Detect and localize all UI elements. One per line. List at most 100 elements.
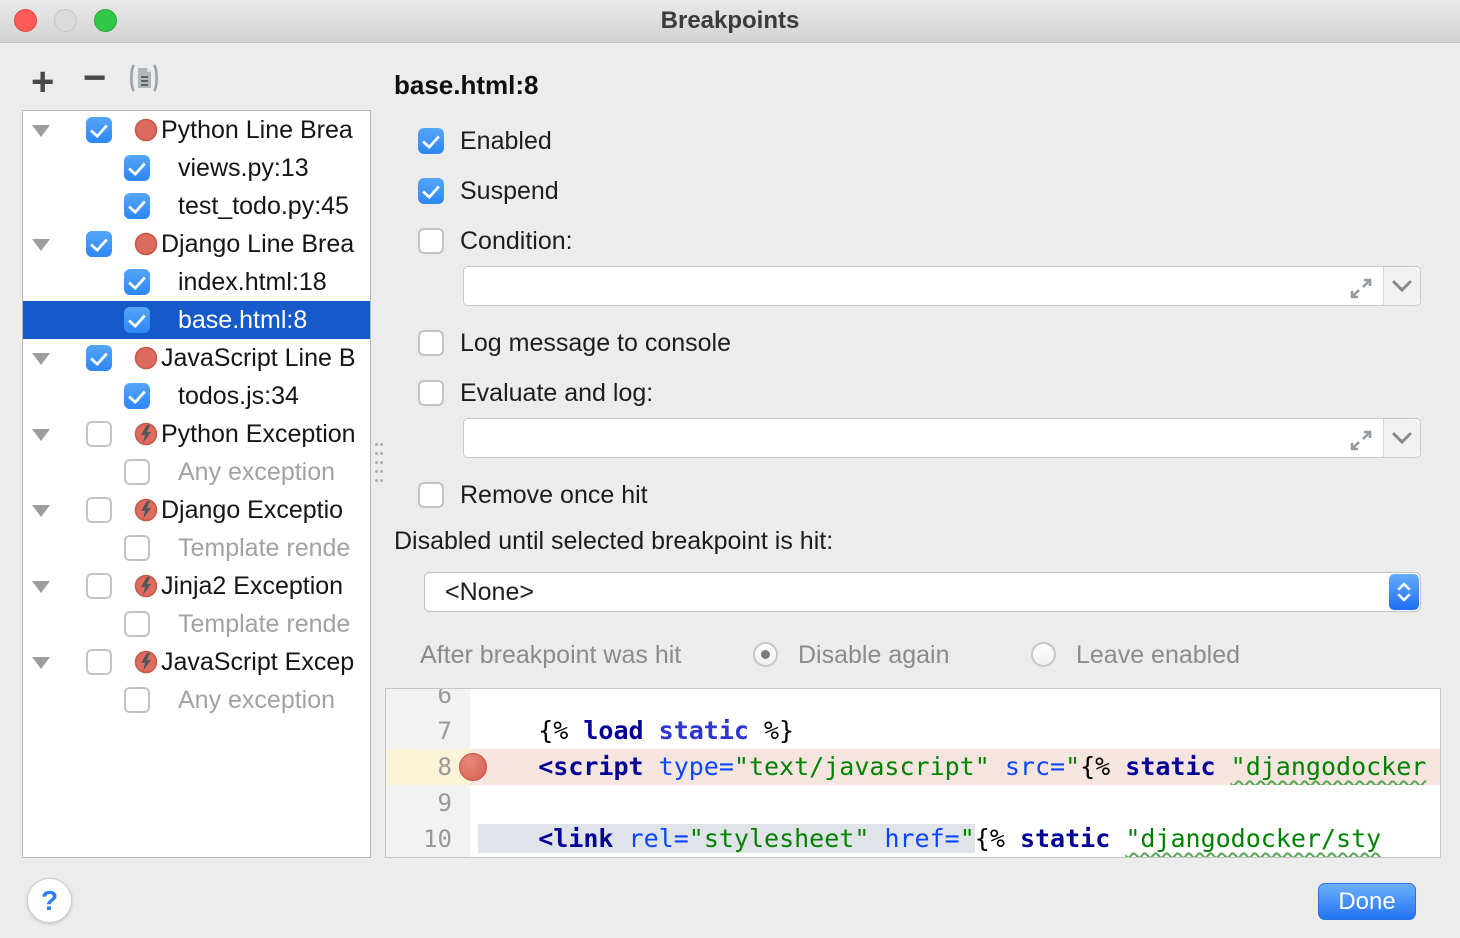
- disclosure-triangle-icon[interactable]: [32, 353, 50, 365]
- tree-row-javascript-line-b[interactable]: JavaScript Line B: [23, 339, 370, 377]
- log-message-label: Log message to console: [460, 329, 731, 358]
- remove-once-hit-label: Remove once hit: [460, 481, 648, 510]
- help-button[interactable]: ?: [27, 878, 72, 923]
- log-row: Log message to console: [418, 329, 731, 357]
- evaluate-checkbox[interactable]: [418, 380, 444, 406]
- breakpoint-title: base.html:8: [394, 70, 539, 101]
- done-button[interactable]: Done: [1318, 883, 1416, 920]
- suspend-label: Suspend: [460, 177, 559, 206]
- breakpoint-checkbox[interactable]: [124, 611, 150, 637]
- line-number[interactable]: 10: [386, 821, 470, 857]
- tree-row-index-html-18[interactable]: index.html:18: [23, 263, 370, 301]
- remove-once-hit-checkbox[interactable]: [418, 482, 444, 508]
- disabled-until-select[interactable]: <None>: [424, 572, 1421, 612]
- disclosure-triangle-icon[interactable]: [32, 505, 50, 517]
- breakpoint-checkbox[interactable]: [124, 383, 150, 409]
- tree-row-jinja2-exception[interactable]: Jinja2 Exception: [23, 567, 370, 605]
- tree-row-label: base.html:8: [178, 306, 307, 335]
- code-text: <link rel="stylesheet" href="{% static "…: [470, 821, 1440, 857]
- condition-row: Condition:: [418, 227, 573, 255]
- code-text: [470, 785, 1440, 821]
- remove-once-hit-row: Remove once hit: [418, 481, 648, 509]
- log-message-checkbox[interactable]: [418, 330, 444, 356]
- after-hit-section: After breakpoint was hit Disable again L…: [0, 640, 1460, 670]
- evaluate-input[interactable]: [464, 419, 1373, 457]
- tree-row-any-exception[interactable]: Any exception: [23, 453, 370, 491]
- tree-row-python-line-brea[interactable]: Python Line Brea: [23, 111, 370, 149]
- breakpoint-checkbox[interactable]: [124, 307, 150, 333]
- tree-row-label: JavaScript Line B: [161, 344, 356, 373]
- close-button[interactable]: [14, 9, 37, 32]
- radio-leave-enabled[interactable]: [1031, 642, 1056, 667]
- breakpoint-checkbox[interactable]: [124, 269, 150, 295]
- condition-history-dropdown-icon[interactable]: [1383, 267, 1420, 305]
- breakpoint-checkbox[interactable]: [124, 459, 150, 485]
- tree-row-python-exception[interactable]: Python Exception: [23, 415, 370, 453]
- condition-label: Condition:: [460, 227, 573, 256]
- suspend-checkbox[interactable]: [418, 178, 444, 204]
- tree-row-test-todo-py-45[interactable]: test_todo.py:45: [23, 187, 370, 225]
- breakpoint-checkbox[interactable]: [86, 497, 112, 523]
- line-number[interactable]: 7: [386, 713, 470, 749]
- expand-editor-icon[interactable]: [1347, 426, 1375, 459]
- tree-row-base-html-8[interactable]: base.html:8: [23, 301, 370, 339]
- breakpoint-dot-icon[interactable]: [459, 753, 487, 781]
- condition-input[interactable]: [464, 267, 1373, 305]
- tree-row-label: todos.js:34: [178, 382, 299, 411]
- breakpoint-checkbox[interactable]: [86, 421, 112, 447]
- minimize-button[interactable]: [54, 9, 77, 32]
- evaluate-field: [463, 418, 1421, 458]
- group-by-file-icon[interactable]: [126, 60, 162, 100]
- disclosure-triangle-icon[interactable]: [32, 239, 50, 251]
- tree-row-views-py-13[interactable]: views.py:13: [23, 149, 370, 187]
- disclosure-triangle-icon[interactable]: [32, 429, 50, 441]
- tree-row-todos-js-34[interactable]: todos.js:34: [23, 377, 370, 415]
- tree-row-label: index.html:18: [178, 268, 327, 297]
- suspend-row: Suspend: [418, 177, 559, 205]
- tree-row-label: Template rende: [178, 610, 350, 639]
- breakpoint-checkbox[interactable]: [86, 345, 112, 371]
- tree-row-template-rende[interactable]: Template rende: [23, 605, 370, 643]
- breakpoints-dialog: { "window": { "title": "Breakpoints" }, …: [0, 0, 1460, 938]
- radio-disable-again[interactable]: [753, 642, 778, 667]
- tree-row-django-line-brea[interactable]: Django Line Brea: [23, 225, 370, 263]
- breakpoint-checkbox[interactable]: [86, 573, 112, 599]
- breakpoint-checkbox[interactable]: [124, 687, 150, 713]
- radio-disable-again-label: Disable again: [798, 641, 950, 670]
- zoom-button[interactable]: [94, 9, 117, 32]
- tree-row-label: views.py:13: [178, 154, 309, 183]
- tree-row-label: Any exception: [178, 458, 335, 487]
- condition-field: [463, 266, 1421, 306]
- enabled-checkbox[interactable]: [418, 128, 444, 154]
- line-number[interactable]: 6: [386, 688, 470, 713]
- add-breakpoint-button[interactable]: +: [31, 62, 54, 102]
- code-line-10: 10 <link rel="stylesheet" href="{% stati…: [386, 821, 1440, 857]
- evaluate-label: Evaluate and log:: [460, 379, 653, 408]
- code-text: <script type="text/javascript" src="{% s…: [470, 749, 1440, 785]
- line-number[interactable]: 8: [386, 749, 470, 785]
- disclosure-triangle-icon[interactable]: [32, 581, 50, 593]
- disclosure-triangle-icon[interactable]: [32, 125, 50, 137]
- tree-row-template-rende[interactable]: Template rende: [23, 529, 370, 567]
- breakpoint-checkbox[interactable]: [124, 155, 150, 181]
- code-text: {% load static %}: [470, 713, 1440, 749]
- expand-editor-icon[interactable]: [1347, 274, 1375, 307]
- breakpoint-checkbox[interactable]: [86, 117, 112, 143]
- evaluate-history-dropdown-icon[interactable]: [1383, 419, 1420, 457]
- tree-row-django-exceptio[interactable]: Django Exceptio: [23, 491, 370, 529]
- code-preview[interactable]: 67 {% load static %}8 <script type="text…: [385, 688, 1441, 858]
- code-line-8: 8 <script type="text/javascript" src="{%…: [386, 749, 1440, 785]
- enabled-label: Enabled: [460, 127, 552, 156]
- splitter-handle[interactable]: [374, 440, 383, 484]
- exception-breakpoint-icon: [134, 422, 158, 446]
- titlebar: Breakpoints: [0, 0, 1460, 43]
- tree-row-label: Any exception: [178, 686, 335, 715]
- code-line-9: 9: [386, 785, 1440, 821]
- line-number[interactable]: 9: [386, 785, 470, 821]
- condition-checkbox[interactable]: [418, 228, 444, 254]
- remove-breakpoint-button[interactable]: −: [83, 58, 106, 98]
- tree-row-any-exception[interactable]: Any exception: [23, 681, 370, 719]
- breakpoint-checkbox[interactable]: [124, 193, 150, 219]
- breakpoint-checkbox[interactable]: [124, 535, 150, 561]
- breakpoint-checkbox[interactable]: [86, 231, 112, 257]
